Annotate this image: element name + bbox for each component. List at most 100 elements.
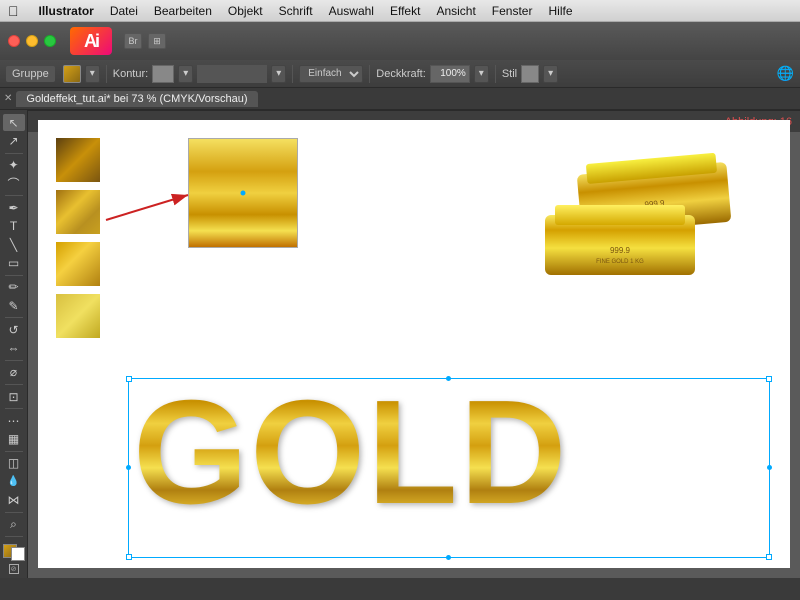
menu-ansicht[interactable]: Ansicht [436, 4, 475, 18]
reflect-tool-button[interactable]: ⇔ [3, 339, 25, 356]
bridge-icon[interactable]: Br [124, 33, 142, 49]
color-swatches [3, 544, 25, 561]
layout-icon[interactable]: ⊞ [148, 33, 166, 49]
group-label: Gruppe [6, 66, 55, 82]
no-fill-icon[interactable]: ⊘ [9, 564, 19, 574]
gradient-rectangle[interactable] [188, 138, 298, 248]
gold-text: GOLD [129, 379, 769, 527]
background-swatch[interactable] [11, 547, 25, 561]
stil-dropdown[interactable]: ▾ [543, 65, 558, 83]
gold-bars-image: 999.9 FINE GOLD 1 KG 999.9 FINE GOLD 1 K… [535, 135, 745, 305]
zoom-tool-button[interactable]: ⌕ [3, 516, 25, 533]
menu-datei[interactable]: Datei [110, 4, 138, 18]
separator2 [292, 65, 293, 83]
graph-tool-button[interactable]: ▦ [3, 430, 25, 447]
tool-separator4 [5, 317, 23, 318]
pencil-tool-button[interactable]: ✎ [3, 297, 25, 314]
main-area: ↖ ↗ ✦ ⌒ ✒ T ╲ ▭ ✏ ✎ ↺ ⇔ ⌀ ⊡ ⋯ ▦ ◫ 💧 ⋈ ⌕ [0, 110, 800, 578]
menu-bar:  Illustrator Datei Bearbeiten Objekt Sc… [0, 0, 800, 22]
lasso-tool-button[interactable]: ⌒ [3, 175, 25, 192]
deckkraft-dropdown[interactable]: ▾ [474, 65, 489, 83]
stil-swatch[interactable] [521, 65, 539, 83]
paintbrush-tool-button[interactable]: ✏ [3, 279, 25, 296]
menu-fenster[interactable]: Fenster [492, 4, 533, 18]
anchor-bottom-left [126, 554, 132, 560]
title-bar: Ai Br ⊞ [0, 22, 800, 60]
menu-illustrator[interactable]: Illustrator [39, 4, 94, 18]
stroke-width-dropdown[interactable]: ▾ [271, 65, 286, 83]
svg-text:999.9: 999.9 [610, 246, 631, 255]
stil-label: Stil [502, 68, 517, 80]
warp-tool-button[interactable]: ⌀ [3, 364, 25, 381]
tool-separator9 [5, 512, 23, 513]
options-bar: Gruppe ▾ Kontur: ▾ ▾ Einfach Deckkraft: … [0, 60, 800, 88]
arrow-line [106, 195, 188, 220]
maximize-button[interactable] [44, 35, 56, 47]
stroke-width-input[interactable] [197, 65, 267, 83]
menu-hilfe[interactable]: Hilfe [548, 4, 572, 18]
separator3 [369, 65, 370, 83]
stroke-dropdown[interactable]: ▾ [178, 65, 193, 83]
free-transform-tool-button[interactable]: ⊡ [3, 388, 25, 405]
svg-text:FINE GOLD 1 KG: FINE GOLD 1 KG [596, 259, 644, 265]
stroke-swatch[interactable] [152, 65, 174, 83]
magic-wand-tool-button[interactable]: ✦ [3, 157, 25, 174]
tool-separator7 [5, 408, 23, 409]
deckkraft-label: Deckkraft: [376, 68, 426, 80]
anchor-bottom-mid [446, 555, 451, 560]
tool-separator6 [5, 384, 23, 385]
tab-filename: Goldeffekt_tut.ai* bei 73 % (CMYK/Vorsch… [26, 93, 247, 105]
tool-separator [5, 153, 23, 154]
rotate-tool-button[interactable]: ↺ [3, 321, 25, 338]
symbol-tool-button[interactable]: ⋯ [3, 412, 25, 429]
anchor-bottom-right [766, 554, 772, 560]
globe-icon[interactable]: 🌐 [777, 65, 794, 82]
apple-menu[interactable]:  [8, 3, 19, 19]
fill-dropdown[interactable]: ▾ [85, 65, 100, 83]
menu-effekt[interactable]: Effekt [390, 4, 420, 18]
direct-selection-tool-button[interactable]: ↗ [3, 132, 25, 149]
tool-separator3 [5, 275, 23, 276]
separator [106, 65, 107, 83]
tool-separator5 [5, 360, 23, 361]
gold-text-selection[interactable]: GOLD [128, 378, 770, 558]
tab-bar: ✕ Goldeffekt_tut.ai* bei 73 % (CMYK/Vors… [0, 88, 800, 110]
tool-separator10 [5, 536, 23, 537]
deckkraft-input[interactable]: 100% [430, 65, 470, 83]
close-button[interactable] [8, 35, 20, 47]
eyedropper-tool-button[interactable]: 💧 [3, 473, 25, 490]
fill-swatch[interactable] [63, 65, 81, 83]
selection-tool-button[interactable]: ↖ [3, 114, 25, 131]
traffic-lights [8, 35, 56, 47]
tool-separator8 [5, 451, 23, 452]
swatch-dark-gold [56, 138, 100, 182]
type-tool-button[interactable]: T [3, 218, 25, 235]
artboard: 999.9 FINE GOLD 1 KG 999.9 FINE GOLD 1 K… [38, 120, 790, 568]
gradient-tool-button[interactable]: ◫ [3, 455, 25, 472]
toolbar: ↖ ↗ ✦ ⌒ ✒ T ╲ ▭ ✏ ✎ ↺ ⇔ ⌀ ⊡ ⋯ ▦ ◫ 💧 ⋈ ⌕ [0, 110, 28, 578]
line-tool-button[interactable]: ╲ [3, 236, 25, 253]
blend-tool-button[interactable]: ⋈ [3, 491, 25, 508]
shape-tool-button[interactable]: ▭ [3, 254, 25, 271]
title-icons: Br ⊞ [124, 33, 166, 49]
document-tab[interactable]: Goldeffekt_tut.ai* bei 73 % (CMYK/Vorsch… [16, 91, 257, 107]
color-swatch-panel [56, 138, 100, 338]
swatch-modes: ⊘ [9, 564, 19, 574]
app-logo: Ai [70, 27, 112, 55]
pen-tool-button[interactable]: ✒ [3, 199, 25, 216]
menu-auswahl[interactable]: Auswahl [329, 4, 374, 18]
menu-bearbeiten[interactable]: Bearbeiten [154, 4, 212, 18]
separator4 [495, 65, 496, 83]
canvas-area: 999.9 FINE GOLD 1 KG 999.9 FINE GOLD 1 K… [28, 110, 800, 578]
center-anchor [241, 191, 246, 196]
menu-schrift[interactable]: Schrift [279, 4, 313, 18]
tab-close-icon[interactable]: ✕ [4, 93, 12, 104]
swatch-bright-gold [56, 242, 100, 286]
stroke-type-select[interactable]: Einfach [299, 65, 363, 83]
kontur-label: Kontur: [113, 68, 148, 80]
swatch-light-gold [56, 294, 100, 338]
minimize-button[interactable] [26, 35, 38, 47]
menu-objekt[interactable]: Objekt [228, 4, 263, 18]
tool-separator2 [5, 195, 23, 196]
swatch-medium-gold [56, 190, 100, 234]
